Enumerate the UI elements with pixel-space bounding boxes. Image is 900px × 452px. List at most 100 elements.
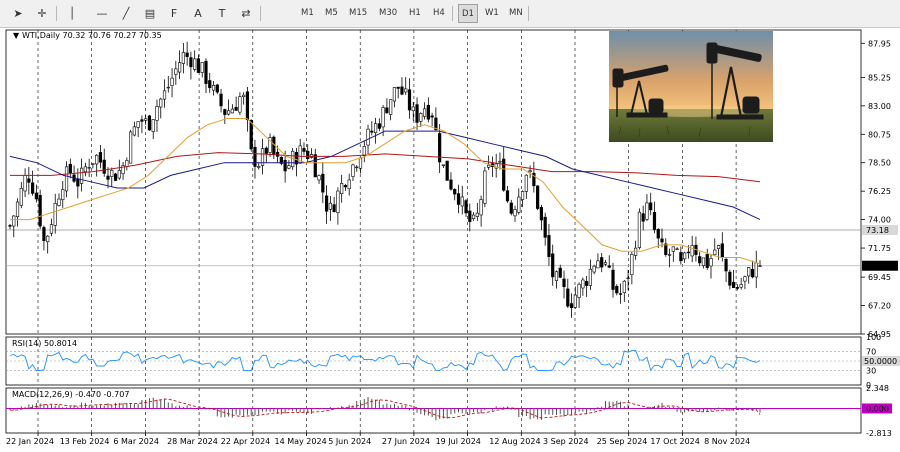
candle-body xyxy=(117,170,121,179)
candle-body xyxy=(332,204,336,212)
candle-body xyxy=(622,280,626,293)
candle-body xyxy=(487,164,491,168)
macd-panel[interactable] xyxy=(5,387,862,434)
candle-body xyxy=(562,278,566,288)
candle-body xyxy=(136,121,140,128)
chart-area[interactable]: 87.95 85.25 83.00 80.75 78.50 76.25 74.00 71.75… xyxy=(0,28,900,452)
trendline-icon[interactable]: ╱ xyxy=(116,4,136,23)
candle-body xyxy=(539,207,544,221)
candle-body xyxy=(226,110,231,115)
timeframe-d1[interactable]: D1 xyxy=(458,4,478,23)
timeframe-m30[interactable]: M30 xyxy=(376,4,400,23)
candle-body xyxy=(536,185,540,209)
date-label: 3 Sep 2024 xyxy=(543,437,589,446)
candle-body xyxy=(27,178,31,183)
candle-body xyxy=(392,87,397,102)
candle-body xyxy=(645,202,649,220)
candle-body xyxy=(716,245,721,249)
candle-body xyxy=(238,96,242,113)
candle-body xyxy=(404,88,408,93)
candle-body xyxy=(283,160,287,172)
candle-body xyxy=(219,93,223,107)
date-label: 8 Nov 2024 xyxy=(704,437,750,446)
candle-body xyxy=(679,252,683,262)
candle-body xyxy=(53,203,57,226)
candle-body xyxy=(483,170,487,204)
timeframe-w1[interactable]: W1 xyxy=(482,4,502,23)
arrows-icon[interactable]: ⇄ xyxy=(236,4,256,23)
candle-body xyxy=(264,147,268,154)
candle-body xyxy=(664,243,668,255)
timeframe-mn[interactable]: MN xyxy=(506,4,526,23)
label-icon[interactable]: T xyxy=(212,4,232,23)
candle-body xyxy=(585,281,589,286)
toolbar-separator xyxy=(56,6,57,21)
candle-body xyxy=(49,224,54,234)
candle-body xyxy=(12,215,16,227)
horizontal-line-icon[interactable]: — xyxy=(92,4,112,23)
oil-pump-photo xyxy=(609,31,773,142)
candle-body xyxy=(592,265,596,273)
toolbar-separator xyxy=(528,6,529,21)
candle-body xyxy=(600,257,604,268)
candle-body xyxy=(426,104,430,120)
candle-body xyxy=(547,235,551,257)
candle-body xyxy=(162,90,167,100)
candle-body xyxy=(732,281,736,289)
candle-body xyxy=(132,126,136,136)
candle-body xyxy=(31,182,35,194)
candle-body xyxy=(520,191,525,200)
timeframe-h4[interactable]: H4 xyxy=(430,4,448,23)
text-icon[interactable]: A xyxy=(188,4,208,23)
candle-body xyxy=(456,193,461,205)
candle-body xyxy=(701,257,706,266)
candle-body xyxy=(415,104,419,123)
candle-body xyxy=(181,52,185,64)
candle-body xyxy=(422,108,427,117)
candle-body xyxy=(340,183,344,195)
candle-body xyxy=(98,152,103,163)
candle-body xyxy=(8,225,12,227)
channel-icon[interactable]: ▤ xyxy=(140,4,160,23)
timeframe-m15[interactable]: M15 xyxy=(346,4,370,23)
candle-body xyxy=(61,189,65,201)
price-tick-label: 74.00 xyxy=(868,216,891,225)
candle-body xyxy=(641,213,645,222)
fibonacci-icon[interactable]: F xyxy=(164,4,184,23)
candle-body xyxy=(400,86,404,95)
candle-body xyxy=(166,86,170,89)
candle-body xyxy=(102,159,106,174)
timeframe-h1[interactable]: H1 xyxy=(406,4,424,23)
candle-body xyxy=(513,209,517,217)
vertical-line-icon[interactable]: │ xyxy=(62,4,82,23)
date-label: 13 Feb 2024 xyxy=(60,437,110,446)
candle-body xyxy=(125,160,129,167)
timeframe-m1[interactable]: M1 xyxy=(298,4,317,23)
cursor-icon[interactable]: ➤ xyxy=(8,4,28,23)
candle-body xyxy=(758,265,762,267)
candle-body xyxy=(76,178,80,187)
candle-body xyxy=(19,188,23,206)
candle-body xyxy=(671,246,675,252)
crosshair-icon[interactable]: ✛ xyxy=(32,4,52,23)
toolbar-separator xyxy=(260,6,261,21)
candle-body xyxy=(747,267,751,277)
candle-body xyxy=(479,199,483,216)
candle-body xyxy=(743,276,747,282)
candle-body xyxy=(509,202,513,214)
candle-body xyxy=(155,106,159,121)
candle-body xyxy=(577,283,581,298)
candle-body xyxy=(83,166,87,173)
macd-tick-label: -2.813 xyxy=(866,429,892,438)
candle-body xyxy=(449,179,453,190)
candle-body xyxy=(245,91,250,120)
timeframe-m5[interactable]: M5 xyxy=(322,4,341,23)
candle-body xyxy=(223,109,227,115)
candle-body xyxy=(381,107,385,128)
candle-body xyxy=(57,198,61,206)
date-label: 12 Aug 2024 xyxy=(489,437,540,446)
candle-body xyxy=(430,115,434,118)
candle-body xyxy=(313,154,317,178)
candle-body xyxy=(34,192,38,200)
date-label: 17 Oct 2024 xyxy=(650,437,699,446)
